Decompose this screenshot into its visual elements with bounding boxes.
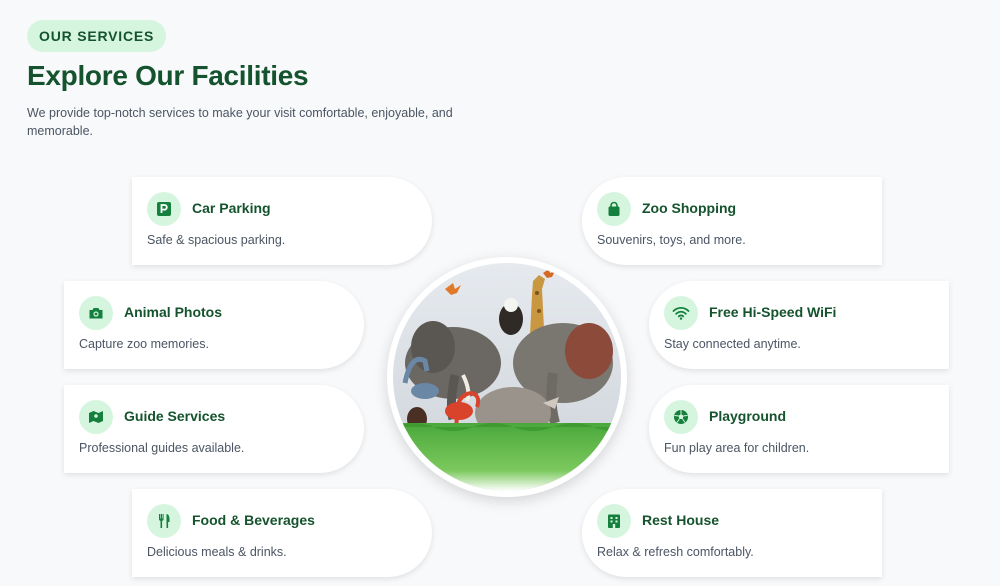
service-card-guide-services: Guide Services Professional guides avail… <box>64 385 364 473</box>
service-description: Capture zoo memories. <box>79 337 209 351</box>
ball-icon <box>664 400 698 434</box>
service-card-animal-photos: Animal Photos Capture zoo memories. <box>64 281 364 369</box>
service-card-food-beverages: Food & Beverages Delicious meals & drink… <box>132 489 432 577</box>
service-title: Guide Services <box>124 408 226 424</box>
wifi-icon <box>664 296 698 330</box>
service-description: Professional guides available. <box>79 441 245 455</box>
service-description: Safe & spacious parking. <box>147 233 286 247</box>
page-subtitle: We provide top-notch services to make yo… <box>27 106 453 138</box>
section-badge: OUR SERVICES <box>27 20 167 52</box>
service-description: Delicious meals & drinks. <box>147 545 287 559</box>
service-title: Animal Photos <box>124 304 223 320</box>
page-title: Explore Our Facilities <box>27 60 309 91</box>
parking-icon <box>147 192 181 226</box>
service-title: Car Parking <box>192 200 271 216</box>
building-icon <box>597 504 631 538</box>
service-title: Food & Beverages <box>192 512 315 528</box>
service-description: Souvenirs, toys, and more. <box>597 233 746 247</box>
service-title: Rest House <box>642 512 720 528</box>
service-description: Relax & refresh comfortably. <box>597 545 754 559</box>
map-guide-icon <box>79 400 113 434</box>
service-card-zoo-shopping: Zoo Shopping Souvenirs, toys, and more. <box>582 177 882 265</box>
camera-icon <box>79 296 113 330</box>
service-card-car-parking: Car Parking Safe & spacious parking. <box>132 177 432 265</box>
service-description: Fun play area for children. <box>664 441 810 455</box>
service-description: Stay connected anytime. <box>664 337 801 351</box>
animals-collage-image <box>387 257 627 497</box>
fork-knife-icon <box>147 504 181 538</box>
service-title: Playground <box>709 408 787 424</box>
service-title: Zoo Shopping <box>642 200 737 216</box>
shopping-bag-icon <box>597 192 631 226</box>
service-title: Free Hi-Speed WiFi <box>709 304 837 320</box>
service-card-rest-house: Rest House Relax & refresh comfortably. <box>582 489 882 577</box>
service-card-wifi: Free Hi-Speed WiFi Stay connected anytim… <box>649 281 949 369</box>
service-card-playground: Playground Fun play area for children. <box>649 385 949 473</box>
